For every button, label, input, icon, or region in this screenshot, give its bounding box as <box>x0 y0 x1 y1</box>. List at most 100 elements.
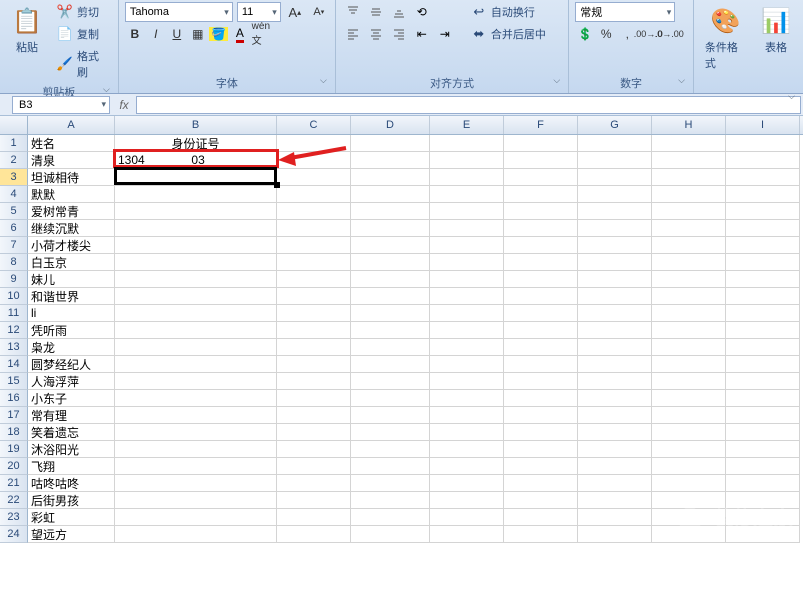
cell[interactable] <box>430 441 504 458</box>
cell[interactable] <box>578 356 652 373</box>
cell[interactable] <box>726 305 800 322</box>
cell[interactable] <box>578 271 652 288</box>
row-header[interactable]: 14 <box>0 356 28 373</box>
cell[interactable] <box>430 492 504 509</box>
cell[interactable] <box>504 237 578 254</box>
cell[interactable] <box>277 152 351 169</box>
cell[interactable] <box>504 390 578 407</box>
cell[interactable] <box>726 152 800 169</box>
increase-font-button[interactable]: A▴ <box>285 2 305 22</box>
cell[interactable] <box>430 475 504 492</box>
font-name-combo[interactable]: Tahoma <box>125 2 233 22</box>
cell[interactable] <box>652 186 726 203</box>
cell[interactable] <box>351 390 430 407</box>
col-header-F[interactable]: F <box>504 116 578 134</box>
cell[interactable] <box>430 509 504 526</box>
cell[interactable] <box>578 322 652 339</box>
cell[interactable] <box>726 237 800 254</box>
cell[interactable] <box>578 152 652 169</box>
cell[interactable] <box>277 169 351 186</box>
percent-button[interactable]: % <box>596 24 616 44</box>
formula-input[interactable] <box>136 96 801 114</box>
cell[interactable] <box>430 169 504 186</box>
cell[interactable] <box>578 424 652 441</box>
cell[interactable] <box>578 186 652 203</box>
cell[interactable] <box>277 288 351 305</box>
cell[interactable] <box>351 288 430 305</box>
cell[interactable] <box>652 407 726 424</box>
cell[interactable] <box>652 441 726 458</box>
font-size-combo[interactable]: 11 <box>237 2 281 22</box>
cell[interactable] <box>578 220 652 237</box>
cell[interactable] <box>504 356 578 373</box>
cell[interactable] <box>115 322 277 339</box>
cell[interactable] <box>578 509 652 526</box>
cell[interactable]: 彩虹 <box>28 509 115 526</box>
cell[interactable] <box>726 424 800 441</box>
cell[interactable] <box>277 254 351 271</box>
cell[interactable] <box>726 390 800 407</box>
cell[interactable] <box>351 152 430 169</box>
cell[interactable] <box>277 492 351 509</box>
cell[interactable] <box>726 322 800 339</box>
cell[interactable]: 人海浮萍 <box>28 373 115 390</box>
fx-button[interactable]: fx <box>114 95 134 115</box>
cell[interactable] <box>115 424 277 441</box>
cell[interactable] <box>504 271 578 288</box>
cell[interactable] <box>578 526 652 543</box>
cell[interactable] <box>351 509 430 526</box>
cell[interactable] <box>726 220 800 237</box>
cell[interactable] <box>351 305 430 322</box>
col-header-C[interactable]: C <box>277 116 351 134</box>
cell[interactable] <box>351 356 430 373</box>
cell[interactable] <box>277 220 351 237</box>
cell[interactable] <box>504 288 578 305</box>
cell[interactable] <box>578 254 652 271</box>
cell[interactable] <box>351 458 430 475</box>
cell[interactable] <box>726 373 800 390</box>
cell[interactable] <box>277 390 351 407</box>
cell[interactable] <box>115 441 277 458</box>
cell[interactable]: 凭听雨 <box>28 322 115 339</box>
cell[interactable] <box>652 203 726 220</box>
cell[interactable] <box>277 424 351 441</box>
font-color-button[interactable]: A <box>230 24 250 44</box>
underline-button[interactable]: U <box>167 24 187 44</box>
cell[interactable] <box>652 475 726 492</box>
row-header[interactable]: 5 <box>0 203 28 220</box>
col-header-H[interactable]: H <box>652 116 726 134</box>
cell[interactable] <box>430 220 504 237</box>
cell[interactable] <box>578 339 652 356</box>
cell[interactable] <box>115 373 277 390</box>
fill-color-button[interactable]: 🪣 <box>209 24 229 44</box>
col-header-D[interactable]: D <box>351 116 430 134</box>
row-header[interactable]: 17 <box>0 407 28 424</box>
cell[interactable]: 爱树常青 <box>28 203 115 220</box>
cell[interactable]: 沐浴阳光 <box>28 441 115 458</box>
cell[interactable]: 望远方 <box>28 526 115 543</box>
cell[interactable]: 身份证号 <box>115 135 277 152</box>
cell[interactable] <box>652 254 726 271</box>
cell[interactable] <box>726 458 800 475</box>
cell[interactable] <box>115 407 277 424</box>
cell[interactable] <box>578 390 652 407</box>
cell[interactable]: 清泉 <box>28 152 115 169</box>
row-header[interactable]: 3 <box>0 169 28 186</box>
cell[interactable] <box>578 237 652 254</box>
cell[interactable] <box>430 203 504 220</box>
cell[interactable] <box>351 135 430 152</box>
cell[interactable] <box>726 407 800 424</box>
col-header-I[interactable]: I <box>726 116 800 134</box>
row-header[interactable]: 18 <box>0 424 28 441</box>
cell[interactable]: 继续沉默 <box>28 220 115 237</box>
cell[interactable]: 和谐世界 <box>28 288 115 305</box>
cell[interactable] <box>578 475 652 492</box>
row-header[interactable]: 7 <box>0 237 28 254</box>
cell[interactable] <box>726 339 800 356</box>
row-header[interactable]: 2 <box>0 152 28 169</box>
cell[interactable] <box>504 475 578 492</box>
row-header[interactable]: 15 <box>0 373 28 390</box>
cell[interactable] <box>578 305 652 322</box>
cell[interactable] <box>652 169 726 186</box>
cell[interactable] <box>430 135 504 152</box>
